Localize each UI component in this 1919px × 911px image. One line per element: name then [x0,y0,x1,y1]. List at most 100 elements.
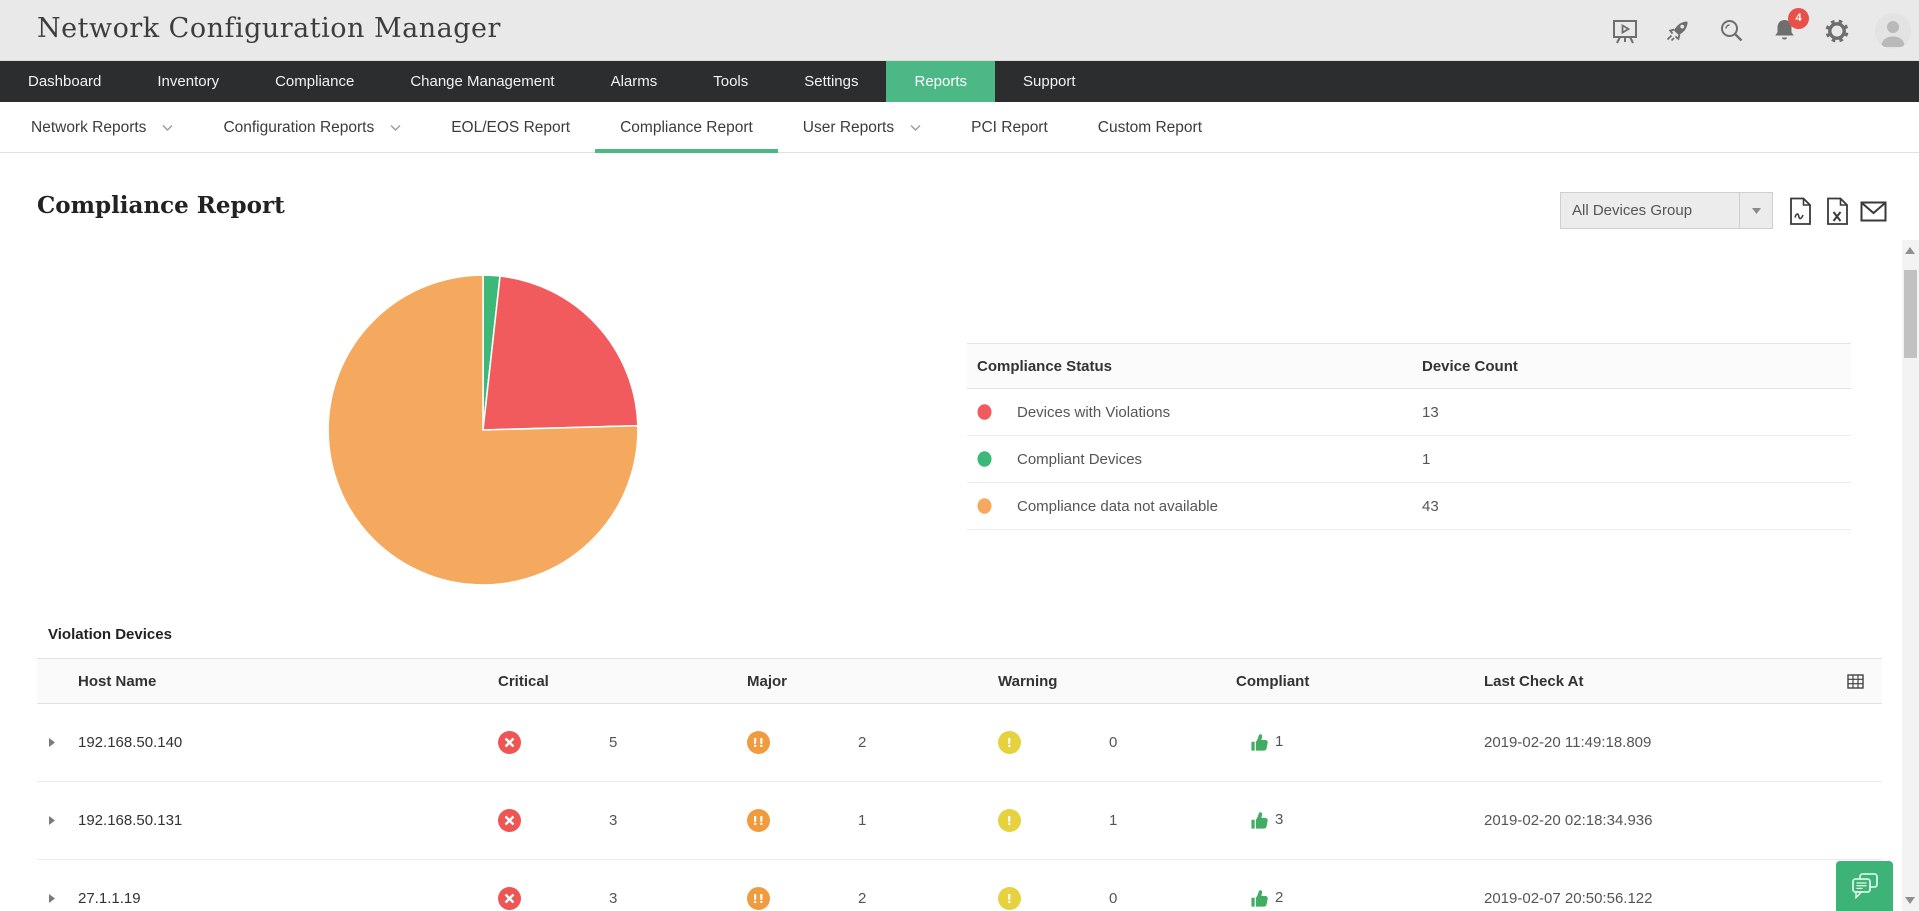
col-warning: Warning [998,672,1058,690]
legend-col-count: Device Count [1422,357,1518,375]
settings-gear-icon[interactable] [1822,16,1852,46]
major-icon: !! [747,731,770,754]
thumbs-up-icon [1251,812,1268,829]
app-title: Network Configuration Manager [37,13,501,44]
subnav-pci-report[interactable]: PCI Report [946,102,1073,153]
rocket-icon[interactable] [1663,16,1693,46]
compliance-legend-table: Compliance Status Device Count Devices w… [967,343,1851,530]
critical-count: 5 [609,734,618,751]
legend-dot-not-available [977,498,992,514]
subnav-label: Configuration Reports [223,118,375,136]
legend-dot-violations [977,404,992,420]
table-row[interactable]: 27.1.1.19 3 !! 2 ! 0 2 2019-02-07 20:50:… [37,860,1882,911]
subnav-user-reports[interactable]: User Reports [778,102,946,153]
active-tab-underline [595,149,778,153]
host-name: 192.168.50.140 [78,734,183,751]
scrollbar-up-arrow[interactable] [1905,247,1915,254]
subnav-label: Compliance Report [620,118,753,136]
device-group-value: All Devices Group [1572,202,1693,219]
expand-row-icon[interactable] [37,816,78,825]
thumbs-up-icon [1251,734,1268,751]
email-report-button[interactable] [1859,196,1887,226]
host-name: 27.1.1.19 [78,890,141,907]
table-row[interactable]: 192.168.50.131 3 !! 1 ! 1 3 2019-02-20 0… [37,782,1882,860]
legend-count: 1 [1422,450,1431,468]
subnav-custom-report[interactable]: Custom Report [1073,102,1227,153]
user-avatar[interactable] [1875,12,1911,49]
col-last-check-at: Last Check At [1484,672,1584,690]
compliant-count: 1 [1275,733,1284,750]
expand-row-icon[interactable] [37,738,78,747]
legend-count: 13 [1422,403,1439,421]
main-nav: Dashboard Inventory Compliance Change Ma… [0,61,1919,102]
subnav-configuration-reports[interactable]: Configuration Reports [198,102,426,153]
chat-button[interactable] [1836,861,1893,911]
legend-row: Devices with Violations 13 [967,389,1851,436]
nav-support[interactable]: Support [995,61,1104,102]
legend-label: Compliant Devices [1017,450,1143,468]
critical-icon [498,731,521,754]
export-pdf-button[interactable] [1786,196,1814,226]
critical-icon [498,887,521,910]
chevron-down-icon [1739,193,1772,228]
major-icon: !! [747,809,770,832]
last-check-at: 2019-02-07 20:50:56.122 [1484,890,1653,907]
scrollbar-thumb[interactable] [1904,270,1917,358]
search-icon[interactable] [1716,16,1746,46]
nav-compliance[interactable]: Compliance [247,61,382,102]
compliance-pie-chart [327,274,639,586]
notification-badge: 4 [1788,7,1809,29]
warning-icon: ! [998,731,1021,754]
major-count: 1 [858,812,867,829]
export-excel-button[interactable] [1823,196,1851,226]
reports-subnav: Network Reports Configuration Reports EO… [0,102,1919,153]
legend-header-row: Compliance Status Device Count [967,343,1851,389]
nav-inventory[interactable]: Inventory [129,61,247,102]
nav-change-management[interactable]: Change Management [382,61,582,102]
critical-count: 3 [609,812,618,829]
pie-slice-1 [482,275,639,431]
violation-devices-table: Host Name Critical Major Warning Complia… [37,658,1882,911]
presentation-icon[interactable] [1610,16,1640,46]
subnav-eol-eos-report[interactable]: EOL/EOS Report [426,102,595,153]
table-row[interactable]: 192.168.50.140 5 !! 2 ! 0 1 2019-02-20 1… [37,704,1882,782]
subnav-label: User Reports [802,118,895,136]
critical-count: 3 [609,890,618,907]
legend-col-status: Compliance Status [977,357,1113,375]
col-major: Major [747,672,788,690]
legend-count: 43 [1422,497,1439,515]
chevron-down-icon [390,124,401,131]
thumbs-up-icon [1251,890,1268,907]
legend-row: Compliant Devices 1 [967,436,1851,483]
warning-count: 0 [1109,890,1118,907]
nav-dashboard[interactable]: Dashboard [0,61,129,102]
legend-dot-compliant [977,451,992,467]
warning-count: 1 [1109,812,1118,829]
legend-label: Devices with Violations [1017,403,1171,421]
warning-icon: ! [998,809,1021,832]
device-group-select[interactable]: All Devices Group [1560,192,1773,229]
subnav-network-reports[interactable]: Network Reports [6,102,198,153]
scrollbar-down-arrow[interactable] [1905,897,1915,904]
major-count: 2 [858,890,867,907]
col-critical: Critical [498,672,549,690]
nav-settings[interactable]: Settings [776,61,886,102]
chevron-down-icon [910,124,921,131]
major-count: 2 [858,734,867,751]
last-check-at: 2019-02-20 11:49:18.809 [1484,734,1652,751]
critical-icon [498,809,521,832]
column-chooser-icon[interactable] [1847,673,1864,689]
subnav-compliance-report[interactable]: Compliance Report [595,102,778,153]
nav-tools[interactable]: Tools [685,61,776,102]
nav-alarms[interactable]: Alarms [583,61,686,102]
nav-reports[interactable]: Reports [886,61,996,102]
legend-label: Compliance data not available [1017,497,1218,515]
expand-row-icon[interactable] [37,894,78,903]
subnav-label: PCI Report [971,118,1048,136]
notifications-bell-icon[interactable]: 4 [1769,7,1809,46]
compliant-count: 2 [1275,889,1284,906]
subnav-label: Network Reports [31,118,147,136]
violation-header-row: Host Name Critical Major Warning Complia… [37,658,1882,704]
host-name: 192.168.50.131 [78,812,183,829]
compliant-count: 3 [1275,811,1284,828]
